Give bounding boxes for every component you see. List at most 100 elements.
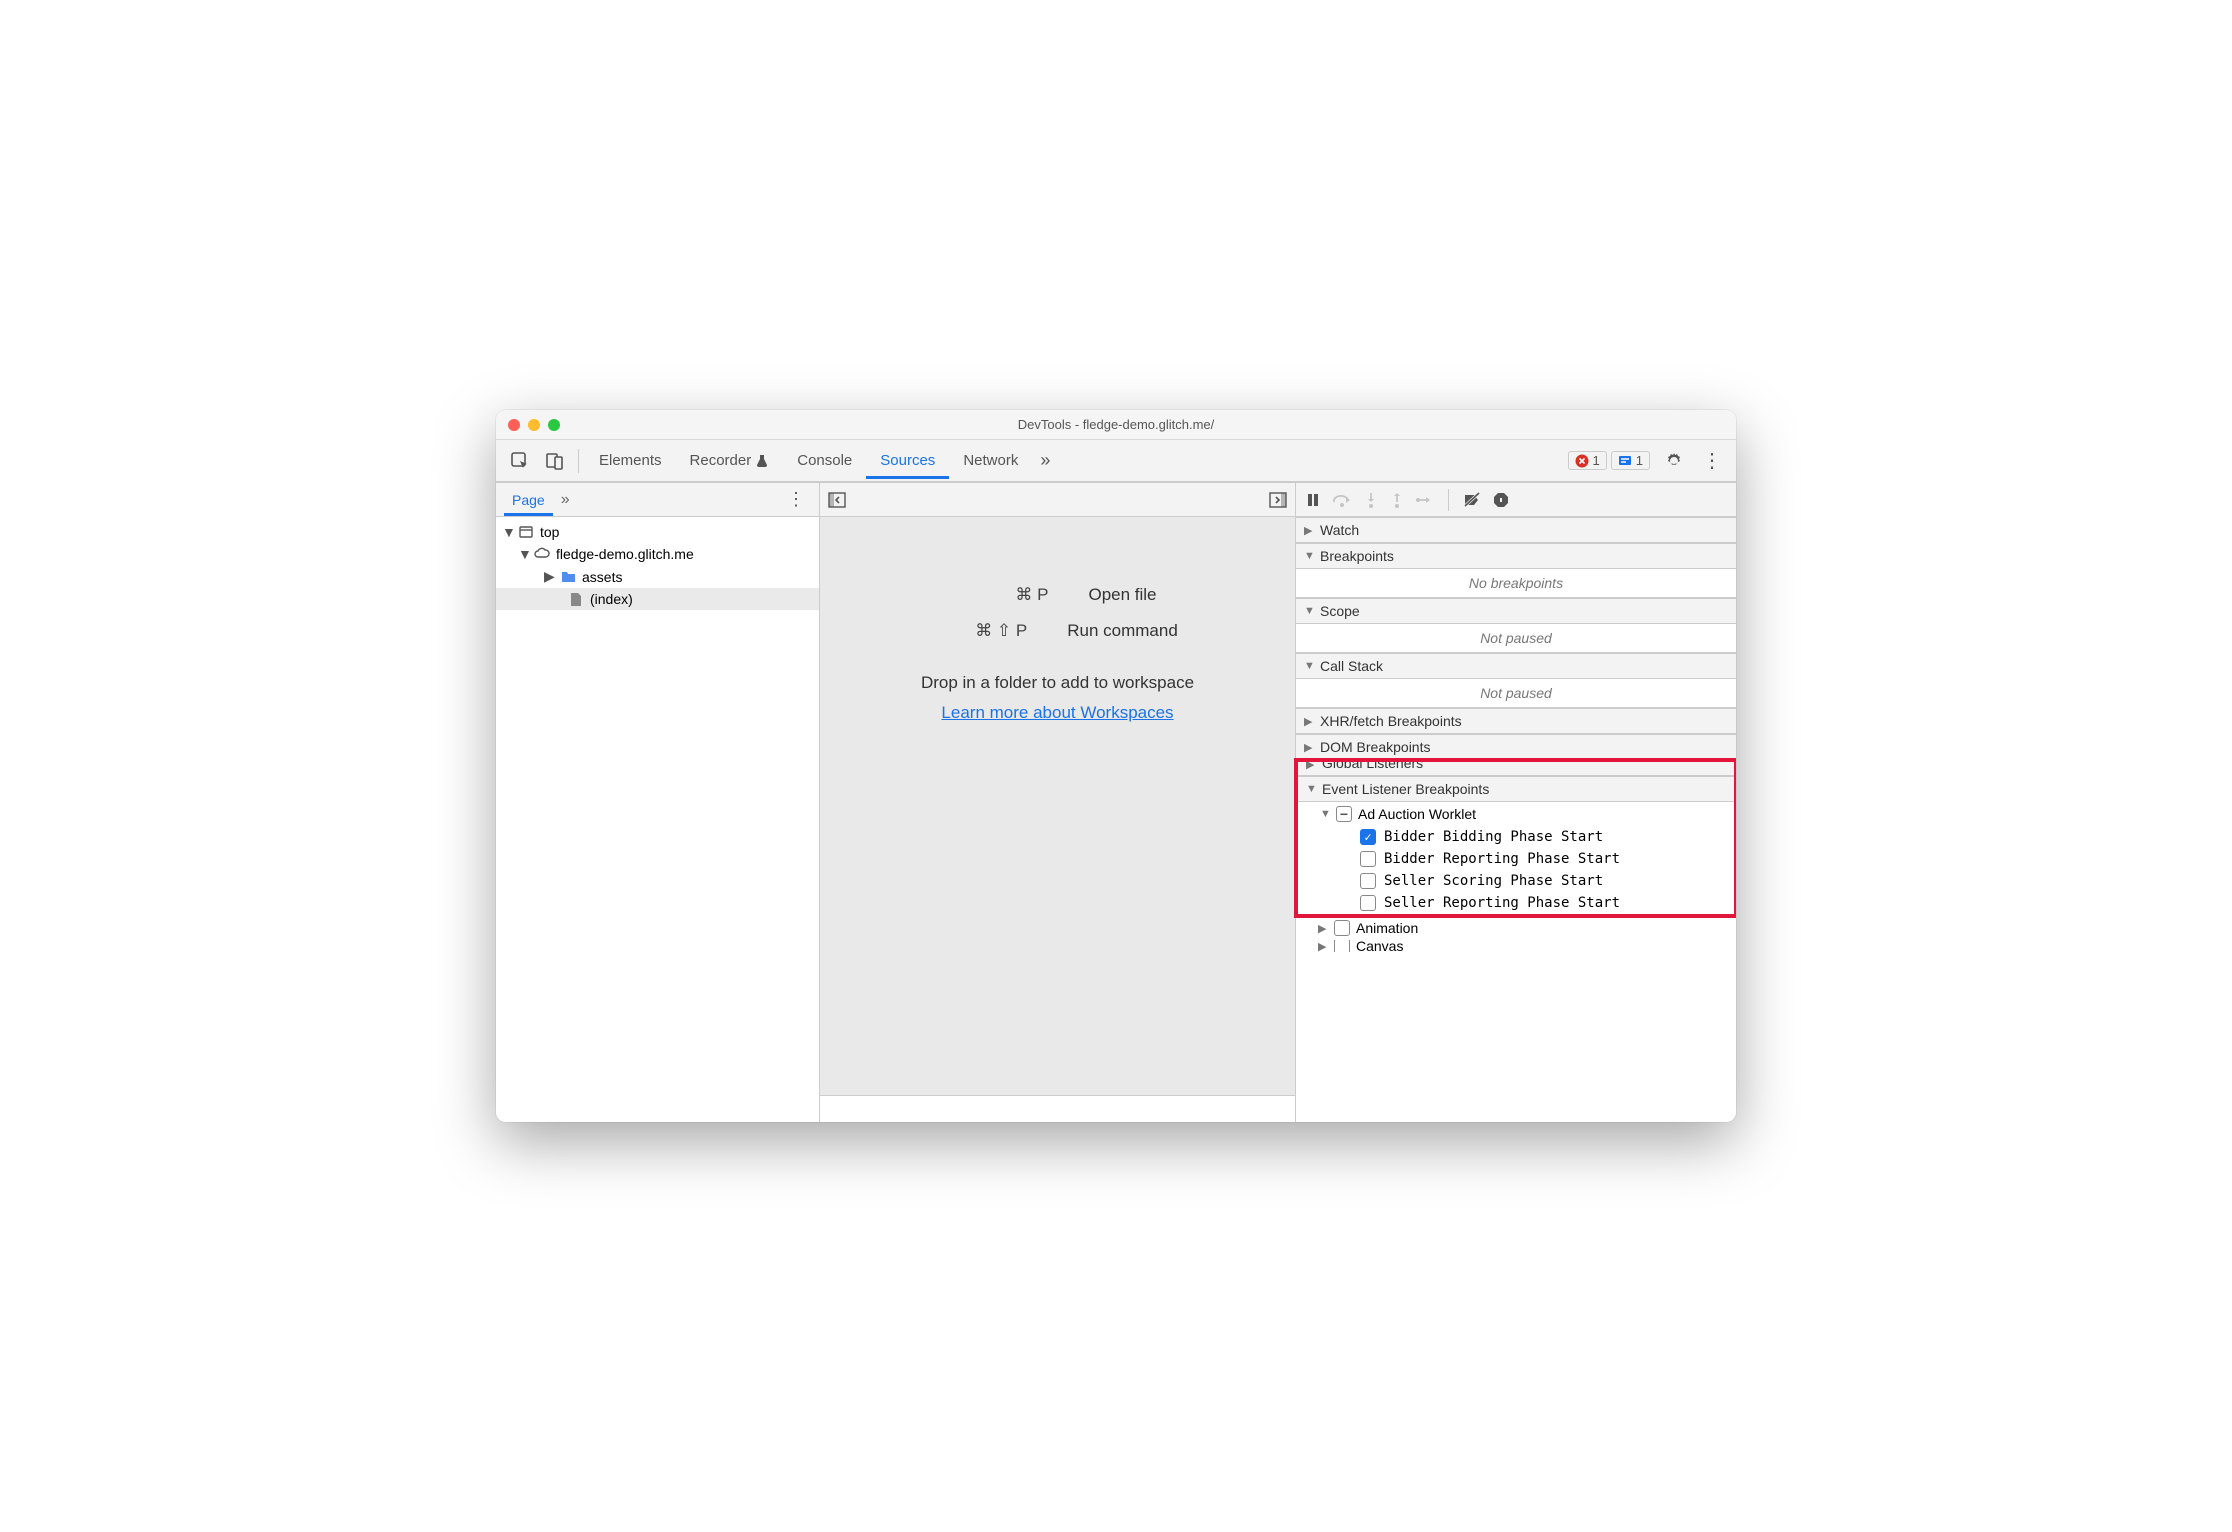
show-navigator-icon[interactable]	[828, 492, 846, 508]
show-debugger-icon[interactable]	[1269, 492, 1287, 508]
issues-badge[interactable]: 1	[1611, 451, 1650, 470]
open-file-label: Open file	[1088, 585, 1156, 605]
step-into-icon[interactable]	[1364, 491, 1378, 509]
main-menu-icon[interactable]: ⋮	[1694, 448, 1730, 473]
main-tab-bar: Elements Recorder Console Sources Networ…	[496, 440, 1736, 482]
step-out-icon[interactable]	[1390, 491, 1404, 509]
frame-icon	[518, 524, 534, 540]
tab-sources[interactable]: Sources	[866, 442, 949, 479]
error-count: 1	[1593, 453, 1600, 468]
event-item-label: Seller Scoring Phase Start	[1384, 873, 1603, 889]
tree-label-origin: fledge-demo.glitch.me	[556, 546, 694, 562]
section-scope-label: Scope	[1320, 603, 1360, 619]
tree-item-top[interactable]: ▼ top	[496, 521, 819, 543]
error-badge[interactable]: 1	[1568, 451, 1607, 470]
triangle-down-icon: ▼	[1306, 783, 1318, 795]
fullscreen-window-button[interactable]	[548, 419, 560, 431]
triangle-down-icon: ▼	[1304, 605, 1316, 617]
console-drawer-strip[interactable]	[820, 1096, 1295, 1122]
error-icon	[1575, 454, 1589, 468]
issues-count: 1	[1636, 453, 1643, 468]
flask-icon	[755, 454, 769, 468]
pause-icon[interactable]	[1306, 492, 1320, 508]
window-title: DevTools - fledge-demo.glitch.me/	[496, 417, 1736, 432]
section-xhr[interactable]: ▶XHR/fetch Breakpoints	[1296, 708, 1736, 734]
tab-recorder[interactable]: Recorder	[676, 442, 784, 479]
cloud-icon	[534, 546, 550, 562]
checkbox-icon[interactable]	[1360, 851, 1376, 867]
section-watch-label: Watch	[1320, 522, 1359, 538]
file-icon	[568, 591, 584, 607]
debugger-toolbar	[1296, 483, 1736, 517]
close-window-button[interactable]	[508, 419, 520, 431]
divider	[1448, 489, 1449, 511]
checkbox-icon[interactable]	[1360, 873, 1376, 889]
highlight-annotation: ▶Global Listeners ▼Event Listener Breakp…	[1294, 758, 1736, 918]
inspect-icon[interactable]	[502, 445, 538, 477]
editor-placeholder: ⌘ P Open file ⌘ ⇧ P Run command Drop in …	[820, 517, 1295, 1096]
event-item-label: Seller Reporting Phase Start	[1384, 895, 1620, 911]
section-event-listener[interactable]: ▼Event Listener Breakpoints	[1298, 776, 1734, 802]
event-item-bidder-reporting[interactable]: Bidder Reporting Phase Start	[1298, 848, 1734, 870]
checkbox-icon[interactable]	[1334, 940, 1350, 952]
checkbox-icon[interactable]	[1360, 829, 1376, 845]
tab-console[interactable]: Console	[783, 442, 866, 479]
tree-item-file[interactable]: (index)	[496, 588, 819, 610]
section-breakpoints[interactable]: ▼Breakpoints	[1296, 543, 1736, 569]
workspaces-link[interactable]: Learn more about Workspaces	[941, 703, 1173, 723]
device-toggle-icon[interactable]	[538, 445, 572, 477]
run-command-shortcut: ⌘ ⇧ P	[937, 621, 1027, 641]
navigator-tab-page[interactable]: Page	[504, 484, 553, 516]
event-category-label: Animation	[1356, 920, 1418, 936]
deactivate-breakpoints-icon[interactable]	[1463, 492, 1481, 508]
tree-label-file: (index)	[590, 591, 633, 607]
tab-elements[interactable]: Elements	[585, 442, 676, 479]
section-breakpoints-label: Breakpoints	[1320, 548, 1394, 564]
navigator-menu-icon[interactable]: ⋮	[781, 489, 811, 510]
tree-label-top: top	[540, 524, 559, 540]
tab-network[interactable]: Network	[949, 442, 1032, 479]
event-item-seller-reporting[interactable]: Seller Reporting Phase Start	[1298, 892, 1734, 914]
event-category-label: Canvas	[1356, 940, 1403, 952]
tree-item-origin[interactable]: ▼ fledge-demo.glitch.me	[496, 543, 819, 565]
triangle-down-icon: ▼	[518, 546, 528, 562]
more-tabs-icon[interactable]: »	[1032, 444, 1058, 477]
minimize-window-button[interactable]	[528, 419, 540, 431]
event-category-ad-auction[interactable]: ▼ Ad Auction Worklet	[1298, 802, 1734, 826]
file-tree: ▼ top ▼ fledge-demo.glitch.me ▶ assets (…	[496, 517, 819, 1122]
settings-icon[interactable]	[1654, 451, 1694, 471]
scope-empty: Not paused	[1296, 624, 1736, 653]
event-category-canvas[interactable]: ▶ Canvas	[1296, 940, 1736, 952]
section-global-label: Global Listeners	[1322, 762, 1423, 771]
section-dom[interactable]: ▶DOM Breakpoints	[1296, 734, 1736, 760]
debugger-panel: ▶Watch ▼Breakpoints No breakpoints ▼Scop…	[1296, 483, 1736, 1122]
triangle-right-icon: ▶	[1304, 741, 1316, 754]
breakpoints-empty: No breakpoints	[1296, 569, 1736, 598]
checkbox-icon[interactable]	[1360, 895, 1376, 911]
triangle-right-icon: ▶	[1318, 940, 1328, 952]
triangle-right-icon: ▶	[1318, 922, 1328, 935]
tree-label-folder: assets	[582, 569, 622, 585]
section-watch[interactable]: ▶Watch	[1296, 517, 1736, 543]
event-item-label: Bidder Reporting Phase Start	[1384, 851, 1620, 867]
step-over-icon[interactable]	[1332, 492, 1352, 508]
event-category-animation[interactable]: ▶ Animation	[1296, 916, 1736, 940]
event-item-bidder-bidding[interactable]: Bidder Bidding Phase Start	[1298, 826, 1734, 848]
section-callstack-label: Call Stack	[1320, 658, 1383, 674]
triangle-down-icon: ▼	[1320, 808, 1330, 820]
navigator-panel: Page » ⋮ ▼ top ▼ fledge-demo.glitch.me ▶	[496, 483, 820, 1122]
tree-item-folder[interactable]: ▶ assets	[496, 565, 819, 588]
section-global-listeners[interactable]: ▶Global Listeners	[1298, 762, 1734, 776]
triangle-down-icon: ▼	[502, 524, 512, 540]
section-callstack[interactable]: ▼Call Stack	[1296, 653, 1736, 679]
window-controls	[508, 419, 560, 431]
event-category-label: Ad Auction Worklet	[1358, 806, 1476, 822]
event-item-seller-scoring[interactable]: Seller Scoring Phase Start	[1298, 870, 1734, 892]
checkbox-icon[interactable]	[1334, 920, 1350, 936]
editor-panel: ⌘ P Open file ⌘ ⇧ P Run command Drop in …	[820, 483, 1296, 1122]
section-scope[interactable]: ▼ Scope	[1296, 598, 1736, 624]
checkbox-mixed-icon[interactable]	[1336, 806, 1352, 822]
pause-exceptions-icon[interactable]	[1493, 492, 1509, 508]
navigator-more-icon[interactable]: »	[553, 491, 578, 509]
step-icon[interactable]	[1416, 493, 1434, 507]
